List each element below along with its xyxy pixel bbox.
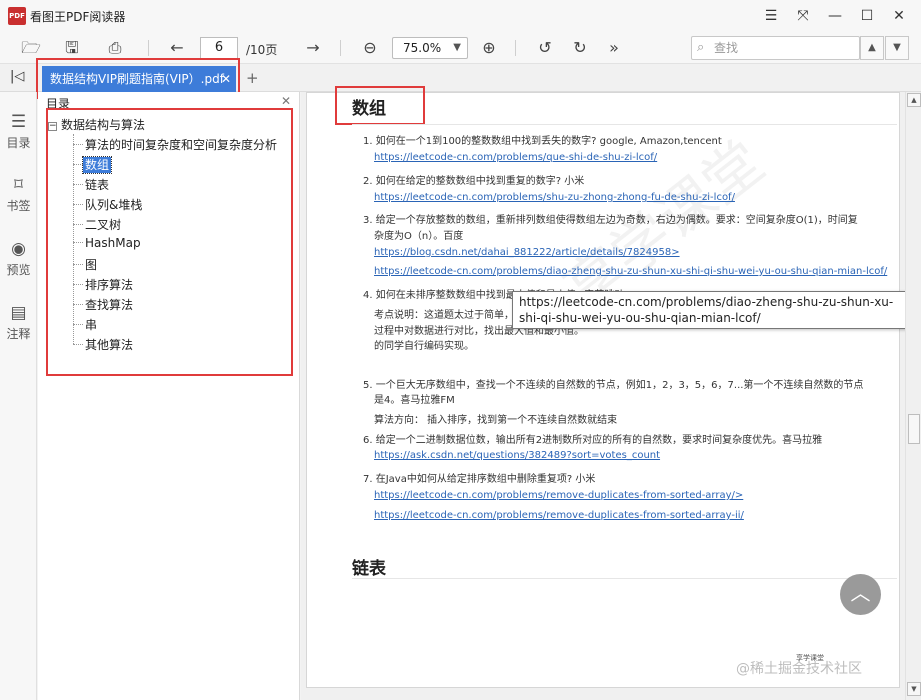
next-page-icon[interactable]: → <box>302 37 324 59</box>
outline-item[interactable]: 排序算法 <box>73 276 135 293</box>
scroll-down-icon[interactable]: ▼ <box>907 682 921 696</box>
open-folder-icon[interactable]: 🗁 <box>20 37 42 59</box>
zoom-out-icon[interactable]: ⊖ <box>359 37 381 59</box>
scroll-thumb[interactable] <box>908 414 920 444</box>
doc-line: 算法方向： 插入排序，找到第一个不连续自然数就结束 <box>374 415 618 426</box>
rail-item-preview[interactable]: ◉ 预览 <box>0 239 37 278</box>
left-rail: ☰ 目录 ⌑ 书签 ◉ 预览 ▤ 注释 <box>0 92 37 700</box>
doc-line: 的同学自行编码实现。 <box>374 341 474 352</box>
app-logo: PDF <box>8 7 26 25</box>
eye-icon: ◉ <box>11 239 26 259</box>
rail-item-bookmark[interactable]: ⌑ 书签 <box>0 175 37 214</box>
page-total: /10页 <box>246 43 278 57</box>
search-input[interactable]: ⌕ 查找 <box>691 36 860 60</box>
doc-line: 7. 在Java中如何从给定排序数组中删除重复项? 小米 <box>363 474 596 485</box>
outline-item[interactable]: HashMap <box>73 236 143 250</box>
outline-item[interactable]: 链表 <box>73 176 111 193</box>
outline-item[interactable]: 查找算法 <box>73 296 135 313</box>
section-heading: 链表 <box>352 559 386 579</box>
heading-highlight-box <box>335 86 425 125</box>
doc-line: 1. 如何在一个1到100的整数数组中找到丢失的数字? google, Amaz… <box>363 136 722 147</box>
zoom-select[interactable]: 75.0% ▼ <box>392 37 468 59</box>
heading-rule <box>352 578 897 579</box>
bookmark-icon: ⌑ <box>14 175 23 195</box>
rail-label: 注释 <box>6 327 31 341</box>
vertical-scrollbar[interactable]: ▲ ▼ <box>905 92 921 700</box>
rail-item-comment[interactable]: ▤ 注释 <box>0 303 37 342</box>
zoom-value: 75.0% <box>403 41 442 55</box>
outline-item[interactable]: 串 <box>73 316 99 333</box>
outline-root-label: 数据结构与算法 <box>61 118 146 132</box>
doc-link[interactable]: https://blog.csdn.net/dahai_881222/artic… <box>374 247 680 258</box>
list-icon: ☰ <box>10 112 27 132</box>
rotate-left-icon[interactable]: ↺ <box>534 37 556 59</box>
minimize-button[interactable]: — <box>825 6 845 26</box>
search-prev-button[interactable]: ▲ <box>860 36 884 60</box>
doc-line: 杂度为O（n）。百度 <box>374 231 464 242</box>
outline-panel: 目录 ✕ − 数据结构与算法 算法的时间复杂度和空间复杂度分析 数组 链表 队列&… <box>38 92 300 700</box>
link-tooltip: https://leetcode-cn.com/problems/diao-zh… <box>512 291 921 329</box>
toolbar-divider <box>340 40 341 56</box>
outline-item[interactable]: 算法的时间复杂度和空间复杂度分析 <box>73 136 279 153</box>
outline-item[interactable]: 队列&堆栈 <box>73 196 144 213</box>
search-next-button[interactable]: ▼ <box>885 36 909 60</box>
fullscreen-icon[interactable]: ⤧ <box>793 6 813 26</box>
doc-link[interactable]: https://leetcode-cn.com/problems/que-shi… <box>374 152 657 163</box>
horizontal-scrollbar[interactable] <box>306 688 900 700</box>
doc-link[interactable]: https://leetcode-cn.com/problems/shu-zu-… <box>374 192 735 203</box>
outline-item[interactable]: 图 <box>73 256 99 273</box>
doc-line: 考点说明：这道题太过于简单， <box>374 310 514 321</box>
doc-link[interactable]: https://leetcode-cn.com/problems/remove-… <box>374 490 743 501</box>
close-button[interactable]: ✕ <box>889 6 909 26</box>
app-title: 看图王PDF阅读器 <box>30 10 126 24</box>
prev-page-icon[interactable]: ← <box>166 37 188 59</box>
rail-label: 预览 <box>6 263 31 277</box>
title-bar: PDF 看图王PDF阅读器 ☰ ⤧ — ☐ ✕ <box>0 0 921 32</box>
maximize-button[interactable]: ☐ <box>857 6 877 26</box>
add-tab-icon[interactable]: + <box>246 69 259 87</box>
scroll-to-top-button[interactable]: ︿ <box>840 574 881 615</box>
page-number-input[interactable]: 6 <box>200 37 238 59</box>
rail-item-outline[interactable]: ☰ 目录 <box>0 112 37 151</box>
outline-item[interactable]: 二叉树 <box>73 216 123 233</box>
rail-label: 书签 <box>6 199 31 213</box>
search-placeholder: 查找 <box>714 41 739 55</box>
doc-link[interactable]: https://ask.csdn.net/questions/382489?so… <box>374 450 660 461</box>
more-icon[interactable]: » <box>603 37 625 59</box>
menu-icon[interactable]: ☰ <box>761 6 781 26</box>
toolbar-divider <box>148 40 149 56</box>
zoom-in-icon[interactable]: ⊕ <box>478 37 500 59</box>
outline-root[interactable]: − 数据结构与算法 <box>48 116 145 133</box>
toolbar-divider <box>515 40 516 56</box>
collapse-icon[interactable]: − <box>48 122 57 131</box>
brand-watermark: @稀土掘金技术社区 <box>736 661 862 677</box>
rotate-right-icon[interactable]: ↻ <box>569 37 591 59</box>
outline-item[interactable]: 其他算法 <box>73 336 135 353</box>
doc-line: 是4。喜马拉雅FM <box>374 395 455 406</box>
outline-item[interactable]: 数组 <box>73 156 113 174</box>
doc-link[interactable]: https://leetcode-cn.com/problems/diao-zh… <box>374 266 887 277</box>
close-icon[interactable]: ✕ <box>281 94 291 108</box>
doc-link[interactable]: https://leetcode-cn.com/problems/remove-… <box>374 510 744 521</box>
scroll-up-icon[interactable]: ▲ <box>907 93 921 107</box>
collapse-sidebar-icon[interactable]: |◁ <box>10 69 24 84</box>
save-icon[interactable]: 🖫 <box>61 37 83 59</box>
heading-rule <box>352 124 897 125</box>
doc-line: 3. 给定一个存放整数的数组，重新排列数组使得数组左边为奇数，右边为偶数。要求：… <box>363 215 858 226</box>
rail-label: 目录 <box>6 136 31 150</box>
doc-line: 5. 一个巨大无序数组中，查找一个不连续的自然数的节点，例如1，2，3，5，6，… <box>363 380 864 391</box>
comment-icon: ▤ <box>10 303 27 323</box>
doc-line: 6. 给定一个二进制数据位数，输出所有2进制数所对应的所有的自然数，要求时间复杂… <box>363 435 823 446</box>
chevron-down-icon: ▼ <box>453 42 461 53</box>
search-icon: ⌕ <box>697 40 705 55</box>
doc-line: 2. 如何在给定的整数数组中找到重复的数字? 小米 <box>363 176 585 187</box>
print-icon[interactable]: ⎙ <box>104 37 126 59</box>
